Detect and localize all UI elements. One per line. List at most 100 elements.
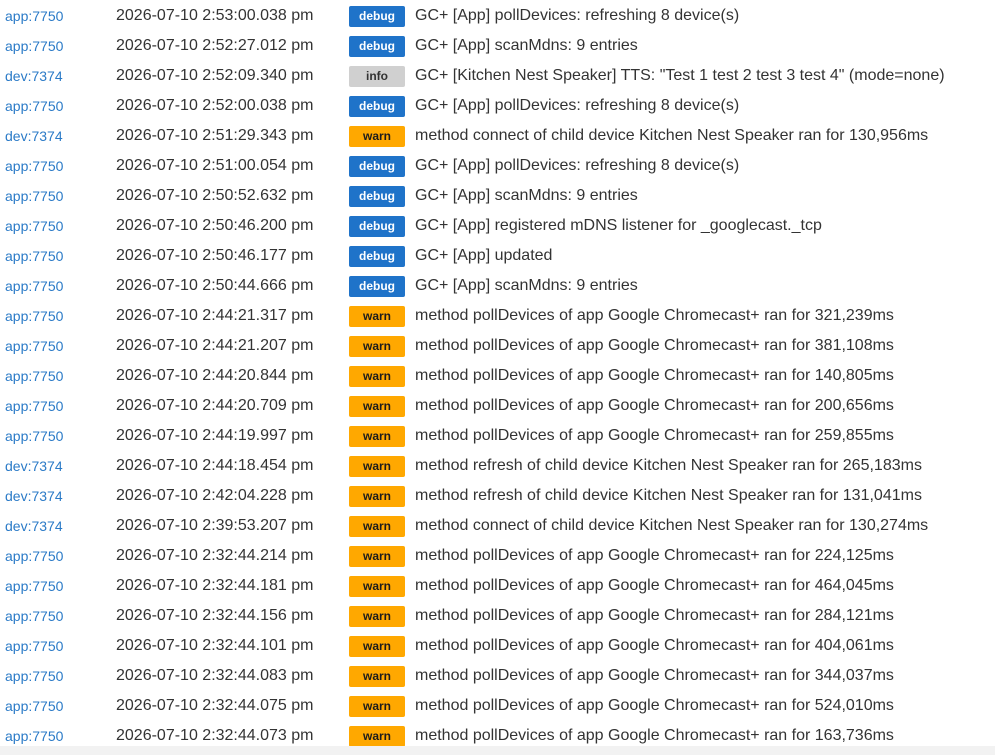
log-source-link[interactable]: app:7750 bbox=[5, 571, 63, 601]
log-level-badge: debug bbox=[349, 156, 405, 177]
log-source-link[interactable]: app:7750 bbox=[5, 271, 63, 301]
log-timestamp: 2026-07-10 2:32:44.156 pm bbox=[116, 607, 314, 624]
log-row: dev:7374 2026-07-10 2:52:09.340 pm info GC+… bbox=[0, 61, 995, 91]
log-level-badge: warn bbox=[349, 486, 405, 507]
log-message: method pollDevices of app Google Chromec… bbox=[415, 397, 894, 414]
log-row: app:7750 2026-07-10 2:44:20.709 pm warn met… bbox=[0, 391, 995, 421]
log-message: method pollDevices of app Google Chromec… bbox=[415, 367, 894, 384]
log-row: app:7750 2026-07-10 2:52:00.038 pm debug GC… bbox=[0, 91, 995, 121]
log-source-link[interactable]: app:7750 bbox=[5, 361, 63, 391]
log-level-badge: warn bbox=[349, 426, 405, 447]
log-level-badge: warn bbox=[349, 636, 405, 657]
log-timestamp: 2026-07-10 2:32:44.101 pm bbox=[116, 637, 314, 654]
log-row: app:7750 2026-07-10 2:53:00.038 pm debug GC… bbox=[0, 1, 995, 31]
log-source-link[interactable]: app:7750 bbox=[5, 91, 63, 121]
log-level-badge: warn bbox=[349, 366, 405, 387]
log-row: app:7750 2026-07-10 2:44:20.844 pm warn met… bbox=[0, 361, 995, 391]
log-source-link[interactable]: app:7750 bbox=[5, 421, 63, 451]
log-source-link[interactable]: dev:7374 bbox=[5, 61, 63, 91]
log-source-link[interactable]: dev:7374 bbox=[5, 121, 63, 151]
log-timestamp: 2026-07-10 2:52:00.038 pm bbox=[116, 97, 314, 114]
log-message: GC+ [App] scanMdns: 9 entries bbox=[415, 187, 638, 204]
log-level-badge: warn bbox=[349, 666, 405, 687]
scroll-area-edge bbox=[0, 746, 995, 755]
log-row: app:7750 2026-07-10 2:32:44.181 pm warn met… bbox=[0, 571, 995, 601]
log-source-link[interactable]: dev:7374 bbox=[5, 511, 63, 541]
log-message: GC+ [App] scanMdns: 9 entries bbox=[415, 277, 638, 294]
log-row: app:7750 2026-07-10 2:44:21.207 pm warn met… bbox=[0, 331, 995, 361]
log-message: method pollDevices of app Google Chromec… bbox=[415, 667, 894, 684]
log-source-link[interactable]: app:7750 bbox=[5, 391, 63, 421]
log-message: GC+ [Kitchen Nest Speaker] TTS: "Test 1 … bbox=[415, 67, 945, 84]
log-level-badge: debug bbox=[349, 96, 405, 117]
log-source-link[interactable]: dev:7374 bbox=[5, 481, 63, 511]
log-row: dev:7374 2026-07-10 2:51:29.343 pm warn met… bbox=[0, 121, 995, 151]
log-timestamp: 2026-07-10 2:50:44.666 pm bbox=[116, 277, 314, 294]
log-source-link[interactable]: dev:7374 bbox=[5, 451, 63, 481]
log-timestamp: 2026-07-10 2:32:44.075 pm bbox=[116, 697, 314, 714]
log-message: GC+ [App] updated bbox=[415, 247, 553, 264]
log-list: app:7750 2026-07-10 2:53:00.038 pm debug GC… bbox=[0, 1, 995, 751]
log-level-badge: debug bbox=[349, 6, 405, 27]
log-message: GC+ [App] pollDevices: refreshing 8 devi… bbox=[415, 157, 740, 174]
log-message: GC+ [App] registered mDNS listener for _… bbox=[415, 217, 822, 234]
log-level-badge: warn bbox=[349, 726, 405, 747]
log-message: method pollDevices of app Google Chromec… bbox=[415, 427, 894, 444]
log-level-badge: warn bbox=[349, 696, 405, 717]
log-message: method pollDevices of app Google Chromec… bbox=[415, 607, 894, 624]
log-source-link[interactable]: app:7750 bbox=[5, 31, 63, 61]
log-timestamp: 2026-07-10 2:32:44.181 pm bbox=[116, 577, 314, 594]
log-timestamp: 2026-07-10 2:52:09.340 pm bbox=[116, 67, 314, 84]
log-message: method connect of child device Kitchen N… bbox=[415, 127, 929, 144]
log-level-badge: warn bbox=[349, 396, 405, 417]
log-timestamp: 2026-07-10 2:51:00.054 pm bbox=[116, 157, 314, 174]
log-row: app:7750 2026-07-10 2:50:52.632 pm debug GC… bbox=[0, 181, 995, 211]
log-source-link[interactable]: app:7750 bbox=[5, 691, 63, 721]
log-row: app:7750 2026-07-10 2:51:00.054 pm debug GC… bbox=[0, 151, 995, 181]
log-timestamp: 2026-07-10 2:42:04.228 pm bbox=[116, 487, 314, 504]
log-source-link[interactable]: app:7750 bbox=[5, 211, 63, 241]
log-message: method pollDevices of app Google Chromec… bbox=[415, 637, 894, 654]
log-timestamp: 2026-07-10 2:50:52.632 pm bbox=[116, 187, 314, 204]
log-source-link[interactable]: app:7750 bbox=[5, 241, 63, 271]
log-source-link[interactable]: app:7750 bbox=[5, 151, 63, 181]
log-timestamp: 2026-07-10 2:51:29.343 pm bbox=[116, 127, 314, 144]
log-level-badge: warn bbox=[349, 126, 405, 147]
log-row: dev:7374 2026-07-10 2:44:18.454 pm warn met… bbox=[0, 451, 995, 481]
log-row: app:7750 2026-07-10 2:32:44.075 pm warn met… bbox=[0, 691, 995, 721]
log-timestamp: 2026-07-10 2:44:21.207 pm bbox=[116, 337, 314, 354]
log-source-link[interactable]: app:7750 bbox=[5, 181, 63, 211]
log-timestamp: 2026-07-10 2:39:53.207 pm bbox=[116, 517, 314, 534]
log-source-link[interactable]: app:7750 bbox=[5, 301, 63, 331]
log-level-badge: debug bbox=[349, 216, 405, 237]
log-level-badge: warn bbox=[349, 306, 405, 327]
log-source-link[interactable]: app:7750 bbox=[5, 331, 63, 361]
log-row: app:7750 2026-07-10 2:50:44.666 pm debug GC… bbox=[0, 271, 995, 301]
log-message: GC+ [App] pollDevices: refreshing 8 devi… bbox=[415, 97, 740, 114]
log-row: dev:7374 2026-07-10 2:39:53.207 pm warn met… bbox=[0, 511, 995, 541]
log-row: app:7750 2026-07-10 2:32:44.083 pm warn met… bbox=[0, 661, 995, 691]
log-message: method pollDevices of app Google Chromec… bbox=[415, 547, 894, 564]
log-timestamp: 2026-07-10 2:44:20.709 pm bbox=[116, 397, 314, 414]
log-message: GC+ [App] pollDevices: refreshing 8 devi… bbox=[415, 7, 740, 24]
log-source-link[interactable]: app:7750 bbox=[5, 601, 63, 631]
log-row: app:7750 2026-07-10 2:50:46.177 pm debug GC… bbox=[0, 241, 995, 271]
log-timestamp: 2026-07-10 2:50:46.200 pm bbox=[116, 217, 314, 234]
log-message: method pollDevices of app Google Chromec… bbox=[415, 307, 894, 324]
log-level-badge: debug bbox=[349, 276, 405, 297]
log-row: app:7750 2026-07-10 2:32:44.156 pm warn met… bbox=[0, 601, 995, 631]
log-source-link[interactable]: app:7750 bbox=[5, 1, 63, 31]
log-source-link[interactable]: app:7750 bbox=[5, 631, 63, 661]
log-row: app:7750 2026-07-10 2:44:21.317 pm warn met… bbox=[0, 301, 995, 331]
log-row: app:7750 2026-07-10 2:32:44.101 pm warn met… bbox=[0, 631, 995, 661]
log-message: method pollDevices of app Google Chromec… bbox=[415, 697, 894, 714]
log-level-badge: debug bbox=[349, 186, 405, 207]
log-row: dev:7374 2026-07-10 2:42:04.228 pm warn met… bbox=[0, 481, 995, 511]
log-level-badge: debug bbox=[349, 246, 405, 267]
log-level-badge: warn bbox=[349, 606, 405, 627]
log-message: method pollDevices of app Google Chromec… bbox=[415, 577, 894, 594]
log-source-link[interactable]: app:7750 bbox=[5, 661, 63, 691]
log-source-link[interactable]: app:7750 bbox=[5, 541, 63, 571]
log-level-badge: warn bbox=[349, 516, 405, 537]
log-message: method connect of child device Kitchen N… bbox=[415, 517, 929, 534]
